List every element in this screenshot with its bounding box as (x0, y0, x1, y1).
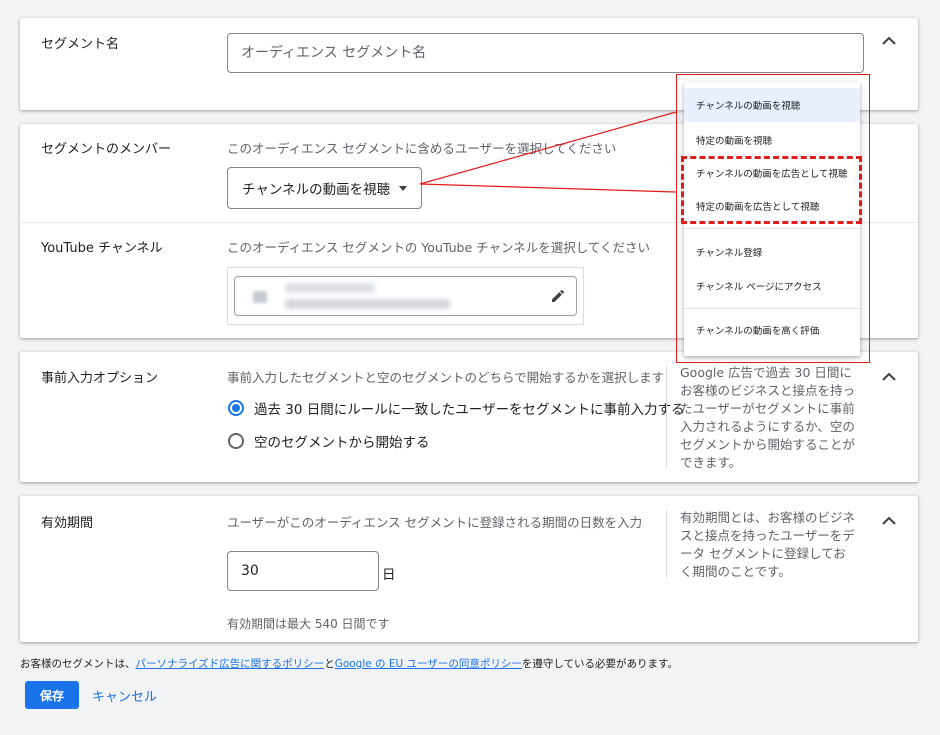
menu-item-watch-channel-videos-as-ads[interactable]: チャンネルの動画を広告として視聴 (684, 156, 860, 190)
members-dropdown-menu: チャンネルの動画を視聴 特定の動画を視聴 チャンネルの動画を広告として視聴 特定… (684, 82, 860, 356)
radio-unchecked-icon (228, 433, 244, 449)
segment-members-label: セグメントのメンバー (41, 142, 172, 157)
menu-item-watch-specific-videos[interactable]: 特定の動画を視聴 (684, 123, 860, 157)
prefill-options-label: 事前入力オプション (41, 371, 159, 386)
menu-item-subscribe-channel[interactable]: チャンネル登録 (684, 235, 860, 269)
menu-separator (684, 228, 860, 229)
duration-card: 有効期間 ユーザーがこのオーディエンス セグメントに登録される期間の日数を入力 … (20, 496, 918, 642)
selected-channel-chip[interactable] (234, 276, 577, 316)
channel-name-redacted (285, 283, 375, 293)
menu-item-watch-specific-videos-as-ads[interactable]: 特定の動画を広告として視聴 (684, 189, 860, 223)
segment-members-description: このオーディエンス セグメントに含めるユーザーを選択してください (227, 141, 617, 156)
help-divider (666, 366, 667, 468)
save-button[interactable]: 保存 (25, 681, 79, 709)
menu-item-like-channel-videos[interactable]: チャンネルの動画を高く評価 (684, 313, 860, 347)
policy-suffix: を遵守している必要があります。 (521, 658, 678, 670)
policy-notice: お客様のセグメントは、パーソナライズド広告に関するポリシーとGoogle の E… (20, 656, 678, 671)
radio-checked-icon (228, 400, 244, 416)
menu-item-visit-channel-page[interactable]: チャンネル ページにアクセス (684, 269, 860, 303)
prefill-radio-option[interactable]: 過去 30 日間にルールに一致したユーザーをセグメントに事前入力する (228, 398, 685, 418)
empty-option-label: 空のセグメントから開始する (254, 435, 430, 451)
prefill-options-card: 事前入力オプション 事前入力したセグメントと空のセグメントのどちらで開始するかを… (20, 352, 918, 482)
policy-middle: と (324, 658, 335, 670)
duration-description: ユーザーがこのオーディエンス セグメントに登録される期間の日数を入力 (227, 515, 643, 530)
duration-label: 有効期間 (41, 516, 94, 531)
chevron-up-icon[interactable] (882, 372, 896, 382)
chevron-up-icon[interactable] (882, 516, 896, 526)
help-divider (666, 510, 667, 578)
duration-days-input[interactable] (227, 551, 379, 591)
youtube-channel-description: このオーディエンス セグメントの YouTube チャンネルを選択してください (227, 240, 651, 255)
prefill-option-label: 過去 30 日間にルールに一致したユーザーをセグメントに事前入力する (254, 402, 685, 418)
pencil-icon[interactable] (550, 288, 566, 304)
members-select-button[interactable]: チャンネルの動画を視聴 (227, 167, 423, 209)
duration-help-text: 有効期間とは、お客様のビジネスと接点を持ったユーザーをデータ セグメントに登録し… (680, 510, 856, 579)
channel-details-redacted (285, 299, 450, 309)
menu-item-watch-channel-videos[interactable]: チャンネルの動画を視聴 (684, 88, 860, 122)
prefill-help-text: Google 広告で過去 30 日間にお客様のビジネスと接点を持ったユーザーがセ… (680, 365, 856, 470)
segment-name-label: セグメント名 (41, 37, 120, 52)
channel-picker (227, 267, 584, 325)
members-selected-value: チャンネルの動画を視聴 (242, 182, 391, 198)
prefill-options-description: 事前入力したセグメントと空のセグメントのどちらで開始するかを選択します (227, 370, 665, 385)
channel-avatar-icon (253, 291, 267, 303)
caret-down-icon (399, 185, 408, 191)
chevron-up-icon[interactable] (882, 36, 896, 46)
cancel-button[interactable]: キャンセル (92, 686, 157, 705)
eu-consent-policy-link[interactable]: Google の EU ユーザーの同意ポリシー (335, 658, 522, 670)
duration-unit: 日 (382, 567, 396, 583)
youtube-channel-label: YouTube チャンネル (41, 241, 163, 256)
segment-name-input[interactable] (227, 33, 864, 73)
duration-max-hint: 有効期間は最大 540 日間です (227, 617, 390, 631)
empty-radio-option[interactable]: 空のセグメントから開始する (228, 431, 430, 451)
policy-prefix: お客様のセグメントは、 (20, 658, 136, 670)
personalized-ads-policy-link[interactable]: パーソナライズド広告に関するポリシー (136, 658, 325, 670)
menu-separator (684, 308, 860, 309)
